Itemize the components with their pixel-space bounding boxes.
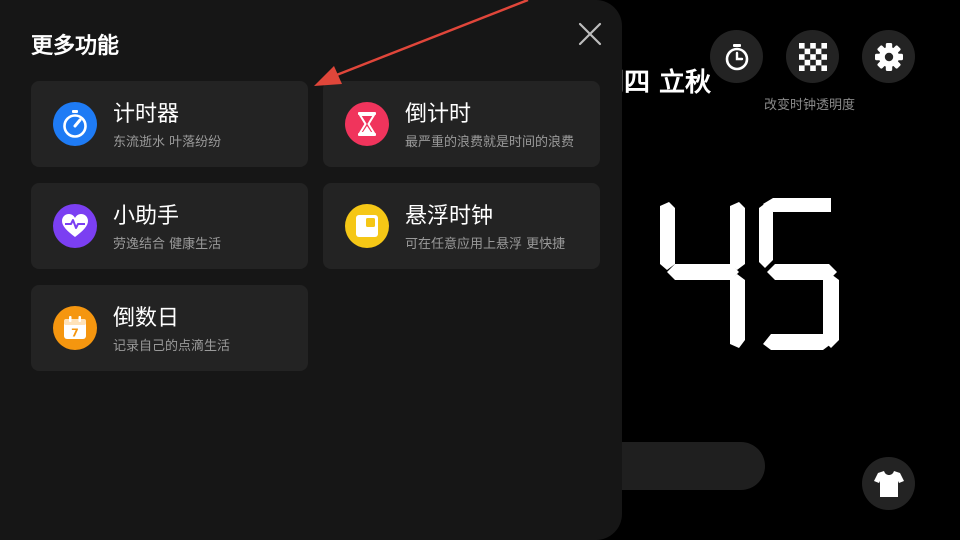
tshirt-icon [873, 470, 904, 497]
stopwatch-icon [53, 102, 97, 146]
panel-title: 更多功能 [31, 34, 120, 59]
segment [730, 274, 745, 348]
segment [763, 198, 831, 212]
countdown-card[interactable]: 倒计时 最严重的浪费就是时间的浪费 [323, 81, 600, 167]
card-subtitle: 可在任意应用上悬浮 更快捷 [405, 237, 566, 252]
timer-card[interactable]: 计时器 东流逝水 叶落纷纷 [31, 81, 308, 167]
segment [730, 202, 745, 270]
close-button[interactable] [574, 18, 606, 50]
days-countdown-card[interactable]: 7 倒数日 记录自己的点滴生活 [31, 285, 308, 371]
segment [667, 264, 739, 280]
card-title: 悬浮时钟 [405, 204, 494, 229]
transparency-label: 改变时钟透明度 [764, 98, 856, 113]
clock-digits [655, 198, 845, 350]
close-icon [578, 22, 602, 46]
theme-button[interactable] [862, 457, 915, 510]
stopwatch-button[interactable] [710, 30, 763, 83]
card-subtitle: 最严重的浪费就是时间的浪费 [405, 135, 575, 150]
hourglass-icon [345, 102, 389, 146]
segment [660, 202, 675, 270]
settings-button[interactable] [862, 30, 915, 83]
card-title: 计时器 [113, 102, 180, 127]
card-subtitle: 记录自己的点滴生活 [113, 339, 231, 354]
stopwatch-icon [725, 43, 748, 70]
card-subtitle: 劳逸结合 健康生活 [113, 237, 222, 252]
more-functions-panel: 更多功能 计时器 东流逝水 叶落纷纷 倒计时 最严重的浪费就是时间的浪费 小助手… [0, 0, 622, 540]
card-title: 小助手 [113, 204, 180, 229]
transparency-button[interactable] [786, 30, 839, 83]
floating-window-icon [345, 204, 389, 248]
calendar-day: 7 [71, 327, 79, 340]
segment [763, 334, 831, 350]
calendar-icon: 7 [53, 306, 97, 350]
segment [823, 274, 839, 348]
heart-pulse-icon [53, 204, 97, 248]
assistant-card[interactable]: 小助手 劳逸结合 健康生活 [31, 183, 308, 269]
gear-icon [874, 42, 903, 71]
card-subtitle: 东流逝水 叶落纷纷 [113, 135, 222, 150]
segment [759, 202, 773, 268]
card-title: 倒计时 [405, 102, 472, 127]
checker-icon [798, 42, 827, 71]
floating-clock-card[interactable]: 悬浮时钟 可在任意应用上悬浮 更快捷 [323, 183, 600, 269]
card-title: 倒数日 [113, 306, 180, 331]
